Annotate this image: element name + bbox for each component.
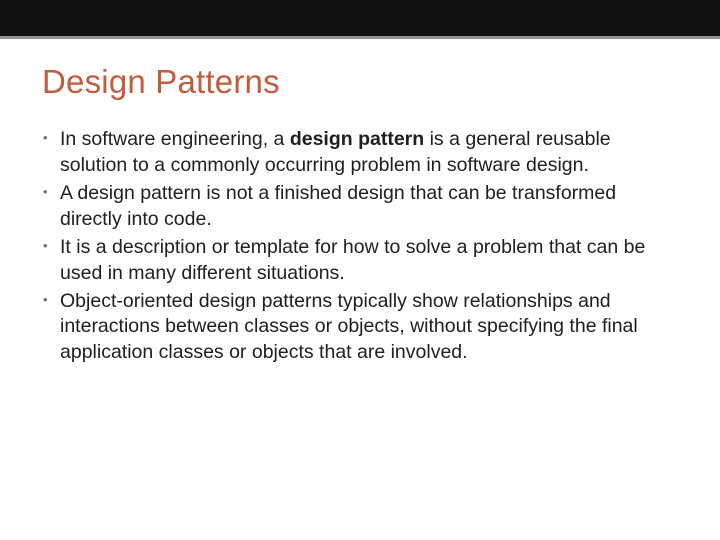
bullet-text-pre: It is a description or template for how … bbox=[60, 236, 645, 284]
list-item: In software engineering, a design patter… bbox=[42, 127, 678, 179]
slide-top-bar bbox=[0, 0, 720, 36]
bullet-text-pre: Object-oriented design patterns typicall… bbox=[60, 290, 638, 364]
bullet-text-pre: In software engineering, a bbox=[60, 128, 290, 150]
bullet-text-pre: A design pattern is not a finished desig… bbox=[60, 182, 616, 230]
bullet-list: In software engineering, a design patter… bbox=[42, 127, 678, 366]
bullet-text-bold: design pattern bbox=[290, 128, 424, 150]
slide-title: Design Patterns bbox=[42, 63, 678, 101]
slide-content: Design Patterns In software engineering,… bbox=[0, 39, 720, 366]
list-item: Object-oriented design patterns typicall… bbox=[42, 289, 678, 367]
list-item: A design pattern is not a finished desig… bbox=[42, 181, 678, 233]
list-item: It is a description or template for how … bbox=[42, 235, 678, 287]
